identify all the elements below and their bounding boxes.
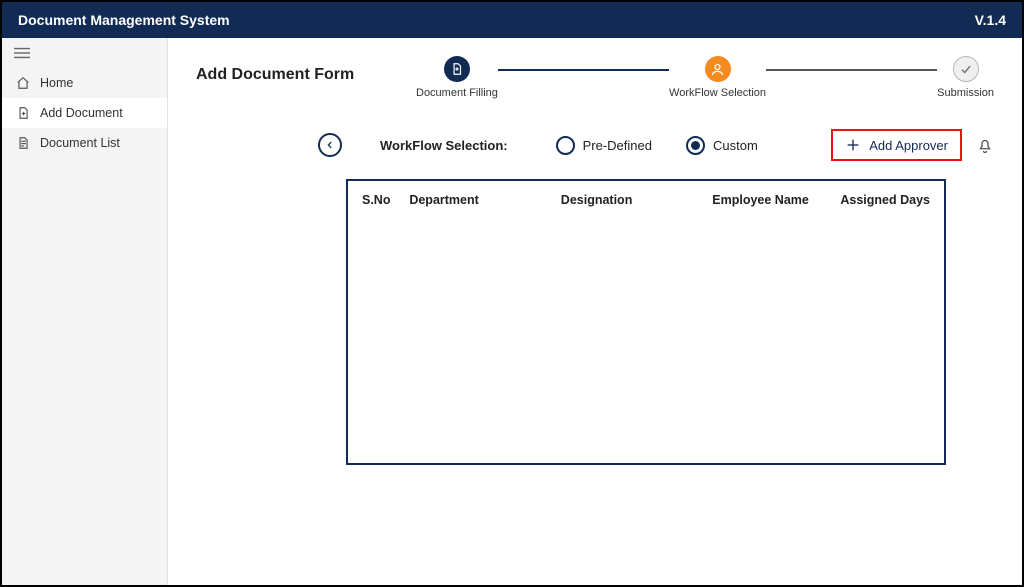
document-list-icon <box>16 136 30 150</box>
sidebar-item-label: Document List <box>40 136 120 150</box>
col-days: Assigned Days <box>835 193 930 207</box>
document-step-icon <box>450 62 464 76</box>
step-label: Document Filling <box>416 87 498 99</box>
step-circle-done <box>444 56 470 82</box>
step-workflow-selection: WorkFlow Selection <box>669 56 766 99</box>
table-header: S.No Department Designation Employee Nam… <box>348 181 944 219</box>
workflow-selection-label: WorkFlow Selection: <box>380 138 508 153</box>
sidebar: Home Add Document Document List <box>2 38 168 585</box>
radio-custom[interactable]: Custom <box>686 136 758 155</box>
stepper: Document Filling WorkFlow Selection <box>416 56 994 99</box>
radio-circle <box>556 136 575 155</box>
sidebar-item-label: Home <box>40 76 73 90</box>
workflow-controls: WorkFlow Selection: Pre-Defined Custom A… <box>318 129 994 161</box>
home-icon <box>16 76 30 90</box>
check-step-icon <box>959 62 973 76</box>
menu-toggle[interactable] <box>2 38 167 68</box>
col-dept: Department <box>409 193 560 207</box>
step-label: Submission <box>937 87 994 99</box>
step-connector <box>498 69 669 71</box>
workflow-radio-group: Pre-Defined Custom <box>556 136 758 155</box>
sidebar-item-home[interactable]: Home <box>2 68 167 98</box>
radio-circle-checked <box>686 136 705 155</box>
col-sno: S.No <box>362 193 409 207</box>
add-approver-label: Add Approver <box>869 138 948 153</box>
col-emp: Employee Name <box>712 193 835 207</box>
app-title: Document Management System <box>18 12 230 28</box>
step-connector <box>766 69 937 71</box>
sidebar-item-document-list[interactable]: Document List <box>2 128 167 158</box>
approver-table: S.No Department Designation Employee Nam… <box>346 179 946 465</box>
top-bar: Document Management System V.1.4 <box>2 2 1022 38</box>
plus-icon <box>845 137 861 153</box>
radio-predefined[interactable]: Pre-Defined <box>556 136 652 155</box>
step-document-filling: Document Filling <box>416 56 498 99</box>
chevron-left-icon <box>325 140 335 150</box>
user-step-icon <box>710 62 725 77</box>
back-button[interactable] <box>318 133 342 157</box>
col-desig: Designation <box>561 193 712 207</box>
add-approver-button[interactable]: Add Approver <box>831 129 962 161</box>
page-title: Add Document Form <box>196 66 396 84</box>
bell-icon[interactable] <box>976 136 994 154</box>
radio-label: Custom <box>713 138 758 153</box>
app-version: V.1.4 <box>975 12 1006 28</box>
step-circle-active <box>705 56 731 82</box>
radio-label: Pre-Defined <box>583 138 652 153</box>
step-label: WorkFlow Selection <box>669 87 766 99</box>
sidebar-item-add-document[interactable]: Add Document <box>2 98 167 128</box>
add-document-icon <box>16 106 30 120</box>
step-circle-pending <box>953 56 979 82</box>
main-content: Add Document Form Document Filling <box>168 38 1022 585</box>
sidebar-item-label: Add Document <box>40 106 123 120</box>
step-submission: Submission <box>937 56 994 99</box>
hamburger-icon <box>14 47 30 59</box>
